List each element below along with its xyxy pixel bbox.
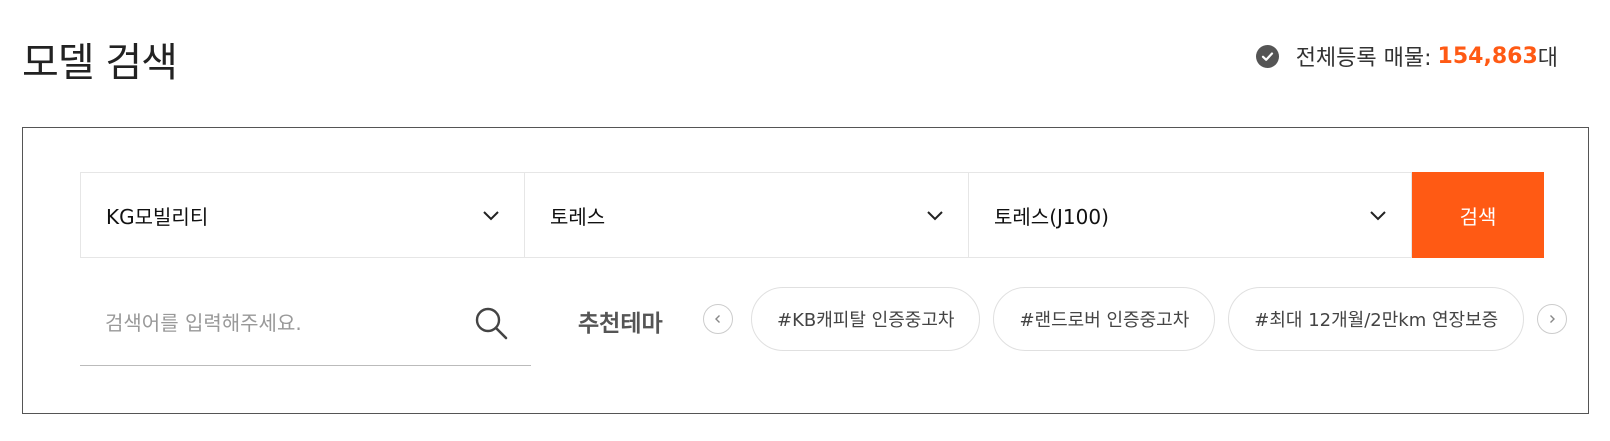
model-search-panel: KG모빌리티 토레스 토레스(J100) 검색 추천테마 — [22, 127, 1589, 414]
total-label: 전체등록 매물: — [1295, 46, 1432, 71]
theme-chips: #KB캐피탈 인증중고차 #랜드로버 인증중고차 #최대 12개월/2만km 연… — [751, 287, 1533, 351]
page-title: 모델 검색 — [22, 40, 178, 86]
check-circle-icon — [1255, 44, 1279, 68]
total-listings: 전체등록 매물: 154,863 대 — [1255, 40, 1558, 72]
total-unit: 대 — [1537, 46, 1558, 71]
theme-chip[interactable]: #최대 12개월/2만km 연장보증 — [1228, 287, 1525, 351]
theme-prev-button[interactable] — [703, 304, 733, 334]
theme-chip[interactable]: #랜드로버 인증중고차 — [993, 287, 1216, 351]
model-selects: KG모빌리티 토레스 토레스(J100) 검색 — [80, 172, 1544, 258]
total-count: 154,863 — [1437, 43, 1538, 69]
search-button[interactable]: 검색 — [1412, 172, 1544, 258]
keyword-input[interactable] — [105, 310, 445, 335]
search-icon[interactable] — [473, 305, 509, 341]
model-select[interactable]: 토레스 — [524, 172, 968, 258]
model-select-value: 토레스 — [550, 204, 606, 229]
chevron-right-icon — [1546, 313, 1558, 325]
chevron-left-icon — [712, 313, 724, 325]
theme-chip[interactable]: #KB캐피탈 인증중고차 — [751, 287, 981, 351]
maker-select[interactable]: KG모빌리티 — [80, 172, 524, 258]
detail-model-select-value: 토레스(J100) — [994, 204, 1109, 229]
keyword-search — [80, 280, 531, 366]
theme-next-button[interactable] — [1537, 304, 1567, 334]
detail-model-select[interactable]: 토레스(J100) — [968, 172, 1412, 258]
maker-select-value: KG모빌리티 — [106, 204, 209, 229]
chevron-down-icon — [480, 204, 502, 226]
chevron-down-icon — [1367, 204, 1389, 226]
recommended-theme-label: 추천테마 — [578, 311, 663, 337]
chevron-down-icon — [924, 204, 946, 226]
